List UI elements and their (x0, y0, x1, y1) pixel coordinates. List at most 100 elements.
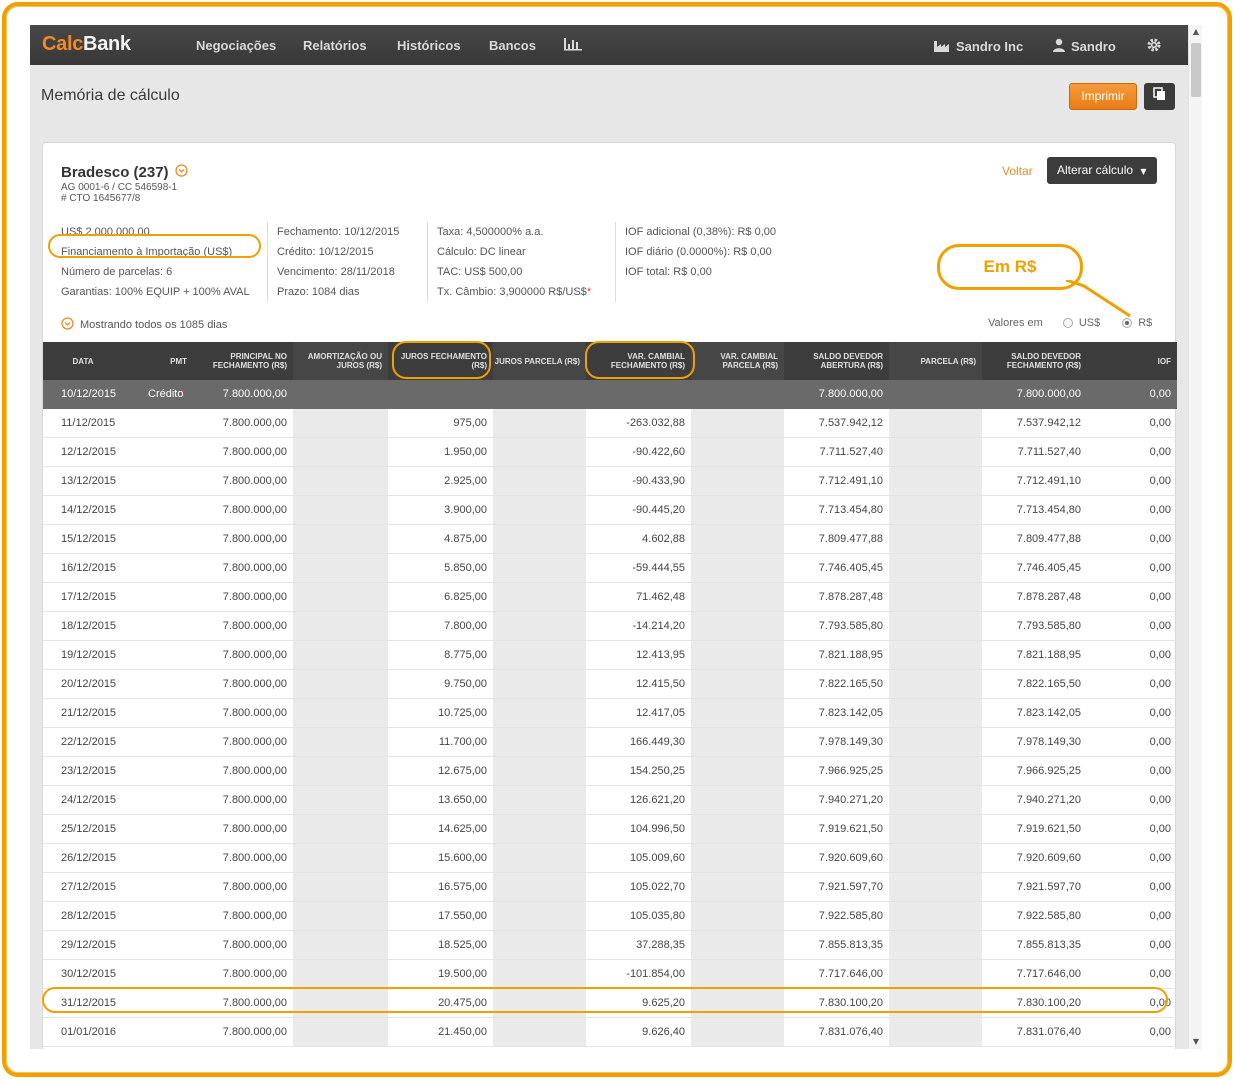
header-col-data[interactable]: DATA (43, 342, 123, 380)
header-col-saldo-fechamento[interactable]: SALDO DEVEDOR FECHAMENTO (R$) (982, 342, 1087, 380)
header-col-var-cambial-parcela[interactable]: VAR. CAMBIAL PARCELA (R$) (691, 342, 784, 380)
info-calc-method: Cálculo: DC linear (437, 246, 526, 258)
table-row[interactable]: 16/12/2015 7.800.000,00 5.850,00 -59.444,55… (43, 554, 1177, 583)
header-col-iof[interactable]: IOF (1087, 342, 1177, 380)
cell-value: 7.537.942,12 (818, 417, 883, 429)
cell-iof: 0,00 (1087, 989, 1177, 1018)
radio-brl-label[interactable]: R$ (1138, 317, 1152, 329)
cell-value: 9.750,00 (444, 678, 487, 690)
cell-value: -90.422,60 (632, 446, 685, 458)
cell-var-cambial-fechamento: -90.445,20 (586, 496, 691, 525)
cell-var-cambial-fechamento: 105.022,70 (586, 873, 691, 902)
table-row[interactable]: 17/12/2015 7.800.000,00 6.825,00 71.462,48 7… (43, 583, 1177, 612)
cell-var-cambial-fechamento: 126.621,20 (586, 786, 691, 815)
alter-calculation-button[interactable]: Alterar cálculo ▼ (1047, 157, 1157, 184)
table-row[interactable]: 10/12/2015 Crédito* 7.800.000,00 7.800.000,… (43, 380, 1177, 409)
cell-juros-parcela (493, 757, 586, 786)
back-link[interactable]: Voltar (1002, 164, 1033, 178)
cell-value: 7.800.000,00 (222, 388, 287, 400)
scroll-up-icon[interactable]: ▲ (1189, 25, 1203, 39)
table-row[interactable]: 29/12/2015 7.800.000,00 18.525,00 37.288,35… (43, 931, 1177, 960)
gear-icon[interactable] (1146, 37, 1162, 58)
table-row[interactable]: 25/12/2015 7.800.000,00 14.625,00 104.996,5… (43, 815, 1177, 844)
header-col-pmt[interactable]: PMT (123, 342, 193, 380)
cell-var-cambial-fechamento: -101.854,00 (586, 960, 691, 989)
table-row[interactable]: 15/12/2015 7.800.000,00 4.875,00 4.602,88 7.… (43, 525, 1177, 554)
cell-amortizacao (293, 728, 388, 757)
table-row[interactable]: 12/12/2015 7.800.000,00 1.950,00 -90.422,60… (43, 438, 1177, 467)
cell-juros-fechamento: 7.800,00 (388, 612, 493, 641)
header-col-amortizacao[interactable]: AMORTIZAÇÃO OU JUROS (R$) (293, 342, 388, 380)
scrollbar-thumb[interactable] (1191, 43, 1201, 97)
cell-parcela (889, 728, 982, 757)
copy-button[interactable] (1144, 83, 1175, 110)
cell-var-cambial-parcela (691, 496, 784, 525)
table-row[interactable]: 20/12/2015 7.800.000,00 9.750,00 12.415,50 7… (43, 670, 1177, 699)
table-row[interactable]: 26/12/2015 7.800.000,00 15.600,00 105.009,6… (43, 844, 1177, 873)
scroll-down-icon[interactable]: ▼ (1189, 1035, 1203, 1049)
cell-value: 7.830.100,20 (818, 997, 883, 1009)
cell-value: 7.713.454,80 (1016, 504, 1081, 516)
nav-bancos[interactable]: Bancos (489, 38, 536, 53)
cell-var-cambial-parcela (691, 380, 784, 409)
cell-value: 126.621,20 (629, 794, 685, 806)
scrollbar[interactable]: ▲ ▼ (1188, 25, 1202, 1049)
print-button[interactable]: Imprimir (1069, 83, 1137, 110)
table-row[interactable]: 13/12/2015 7.800.000,00 2.925,00 -90.433,90… (43, 467, 1177, 496)
cell-saldo-abertura: 7.921.597,70 (784, 873, 889, 902)
cell-value: 7.800.000,00 (222, 823, 287, 835)
cell-value: 7.537.942,12 (1016, 417, 1081, 429)
cell-value: 4.875,00 (444, 533, 487, 545)
cell-data: 25/12/2015 (43, 815, 123, 844)
cell-juros-parcela (493, 525, 586, 554)
cell-saldo-fechamento: 7.712.491,10 (982, 467, 1087, 496)
header-col-juros-parcela[interactable]: JUROS PARCELA (R$) (493, 342, 586, 380)
table-row[interactable]: 01/01/2016 7.800.000,00 21.450,00 9.626,40 7… (43, 1018, 1177, 1047)
cell-saldo-fechamento: 7.921.597,70 (982, 873, 1087, 902)
table-row[interactable]: 23/12/2015 7.800.000,00 12.675,00 154.250,2… (43, 757, 1177, 786)
showing-days-toggle[interactable]: Mostrando todos os 1085 dias (61, 317, 227, 333)
cell-value: 7.746.405,45 (818, 562, 883, 574)
user-menu[interactable]: Sandro (1052, 38, 1116, 55)
table-row[interactable]: 24/12/2015 7.800.000,00 13.650,00 126.621,2… (43, 786, 1177, 815)
table-row[interactable]: 22/12/2015 7.800.000,00 11.700,00 166.449,3… (43, 728, 1177, 757)
header-col-principal[interactable]: PRINCIPAL NO FECHAMENTO (R$) (193, 342, 293, 380)
cell-value: 24/12/2015 (61, 794, 117, 806)
cell-value: 7.831.076,40 (1016, 1026, 1081, 1038)
table-row[interactable]: 18/12/2015 7.800.000,00 7.800,00 -14.214,20… (43, 612, 1177, 641)
table-row[interactable]: 14/12/2015 7.800.000,00 3.900,00 -90.445,20… (43, 496, 1177, 525)
header-col-parcela[interactable]: PARCELA (R$) (889, 342, 982, 380)
nav-negociacoes[interactable]: Negociações (196, 38, 276, 53)
cell-saldo-fechamento: 7.830.100,20 (982, 989, 1087, 1018)
cell-saldo-abertura: 7.878.287,48 (784, 583, 889, 612)
company-menu[interactable]: Sandro Inc (933, 38, 1023, 55)
table-row[interactable]: 21/12/2015 7.800.000,00 10.725,00 12.417,05… (43, 699, 1177, 728)
cell-juros-fechamento: 4.875,00 (388, 525, 493, 554)
table-row[interactable]: 11/12/2015 7.800.000,00 975,00 -263.032,88 7… (43, 409, 1177, 438)
cell-juros-parcela (493, 786, 586, 815)
cell-saldo-fechamento: 7.711.527,40 (982, 438, 1087, 467)
nav-relatorios[interactable]: Relatórios (303, 38, 367, 53)
cell-value: 12.415,50 (636, 678, 685, 690)
cell-amortizacao (293, 989, 388, 1018)
table-row[interactable]: 27/12/2015 7.800.000,00 16.575,00 105.022,7… (43, 873, 1177, 902)
cell-value: 7.823.142,05 (818, 707, 883, 719)
cell-principal: 7.800.000,00 (193, 844, 293, 873)
brand-logo[interactable]: CalcBank (42, 33, 131, 56)
header-col-var-cambial-fechamento[interactable]: VAR. CAMBIAL FECHAMENTO (R$) (586, 342, 691, 380)
table-row[interactable]: 31/12/2015 7.800.000,00 20.475,00 9.625,20 7… (43, 989, 1177, 1018)
header-col-juros-fechamento[interactable]: JUROS FECHAMENTO (R$) (388, 342, 493, 380)
cell-data: 27/12/2015 (43, 873, 123, 902)
cell-value: 7.712.491,10 (818, 475, 883, 487)
cell-value: 7.800.000,00 (222, 881, 287, 893)
nav-historicos[interactable]: Históricos (397, 38, 461, 53)
table-row[interactable]: 30/12/2015 7.800.000,00 19.500,00 -101.854,… (43, 960, 1177, 989)
chevron-down-circle-icon[interactable] (174, 164, 188, 181)
chart-bars-icon[interactable] (563, 36, 583, 57)
table-row[interactable]: 28/12/2015 7.800.000,00 17.550,00 105.035,8… (43, 902, 1177, 931)
cell-parcela (889, 786, 982, 815)
cell-var-cambial-fechamento: -90.433,90 (586, 467, 691, 496)
header-col-saldo-abertura[interactable]: SALDO DEVEDOR ABERTURA (R$) (784, 342, 889, 380)
cell-iof: 0,00 (1087, 815, 1177, 844)
table-row[interactable]: 19/12/2015 7.800.000,00 8.775,00 12.413,95 7… (43, 641, 1177, 670)
